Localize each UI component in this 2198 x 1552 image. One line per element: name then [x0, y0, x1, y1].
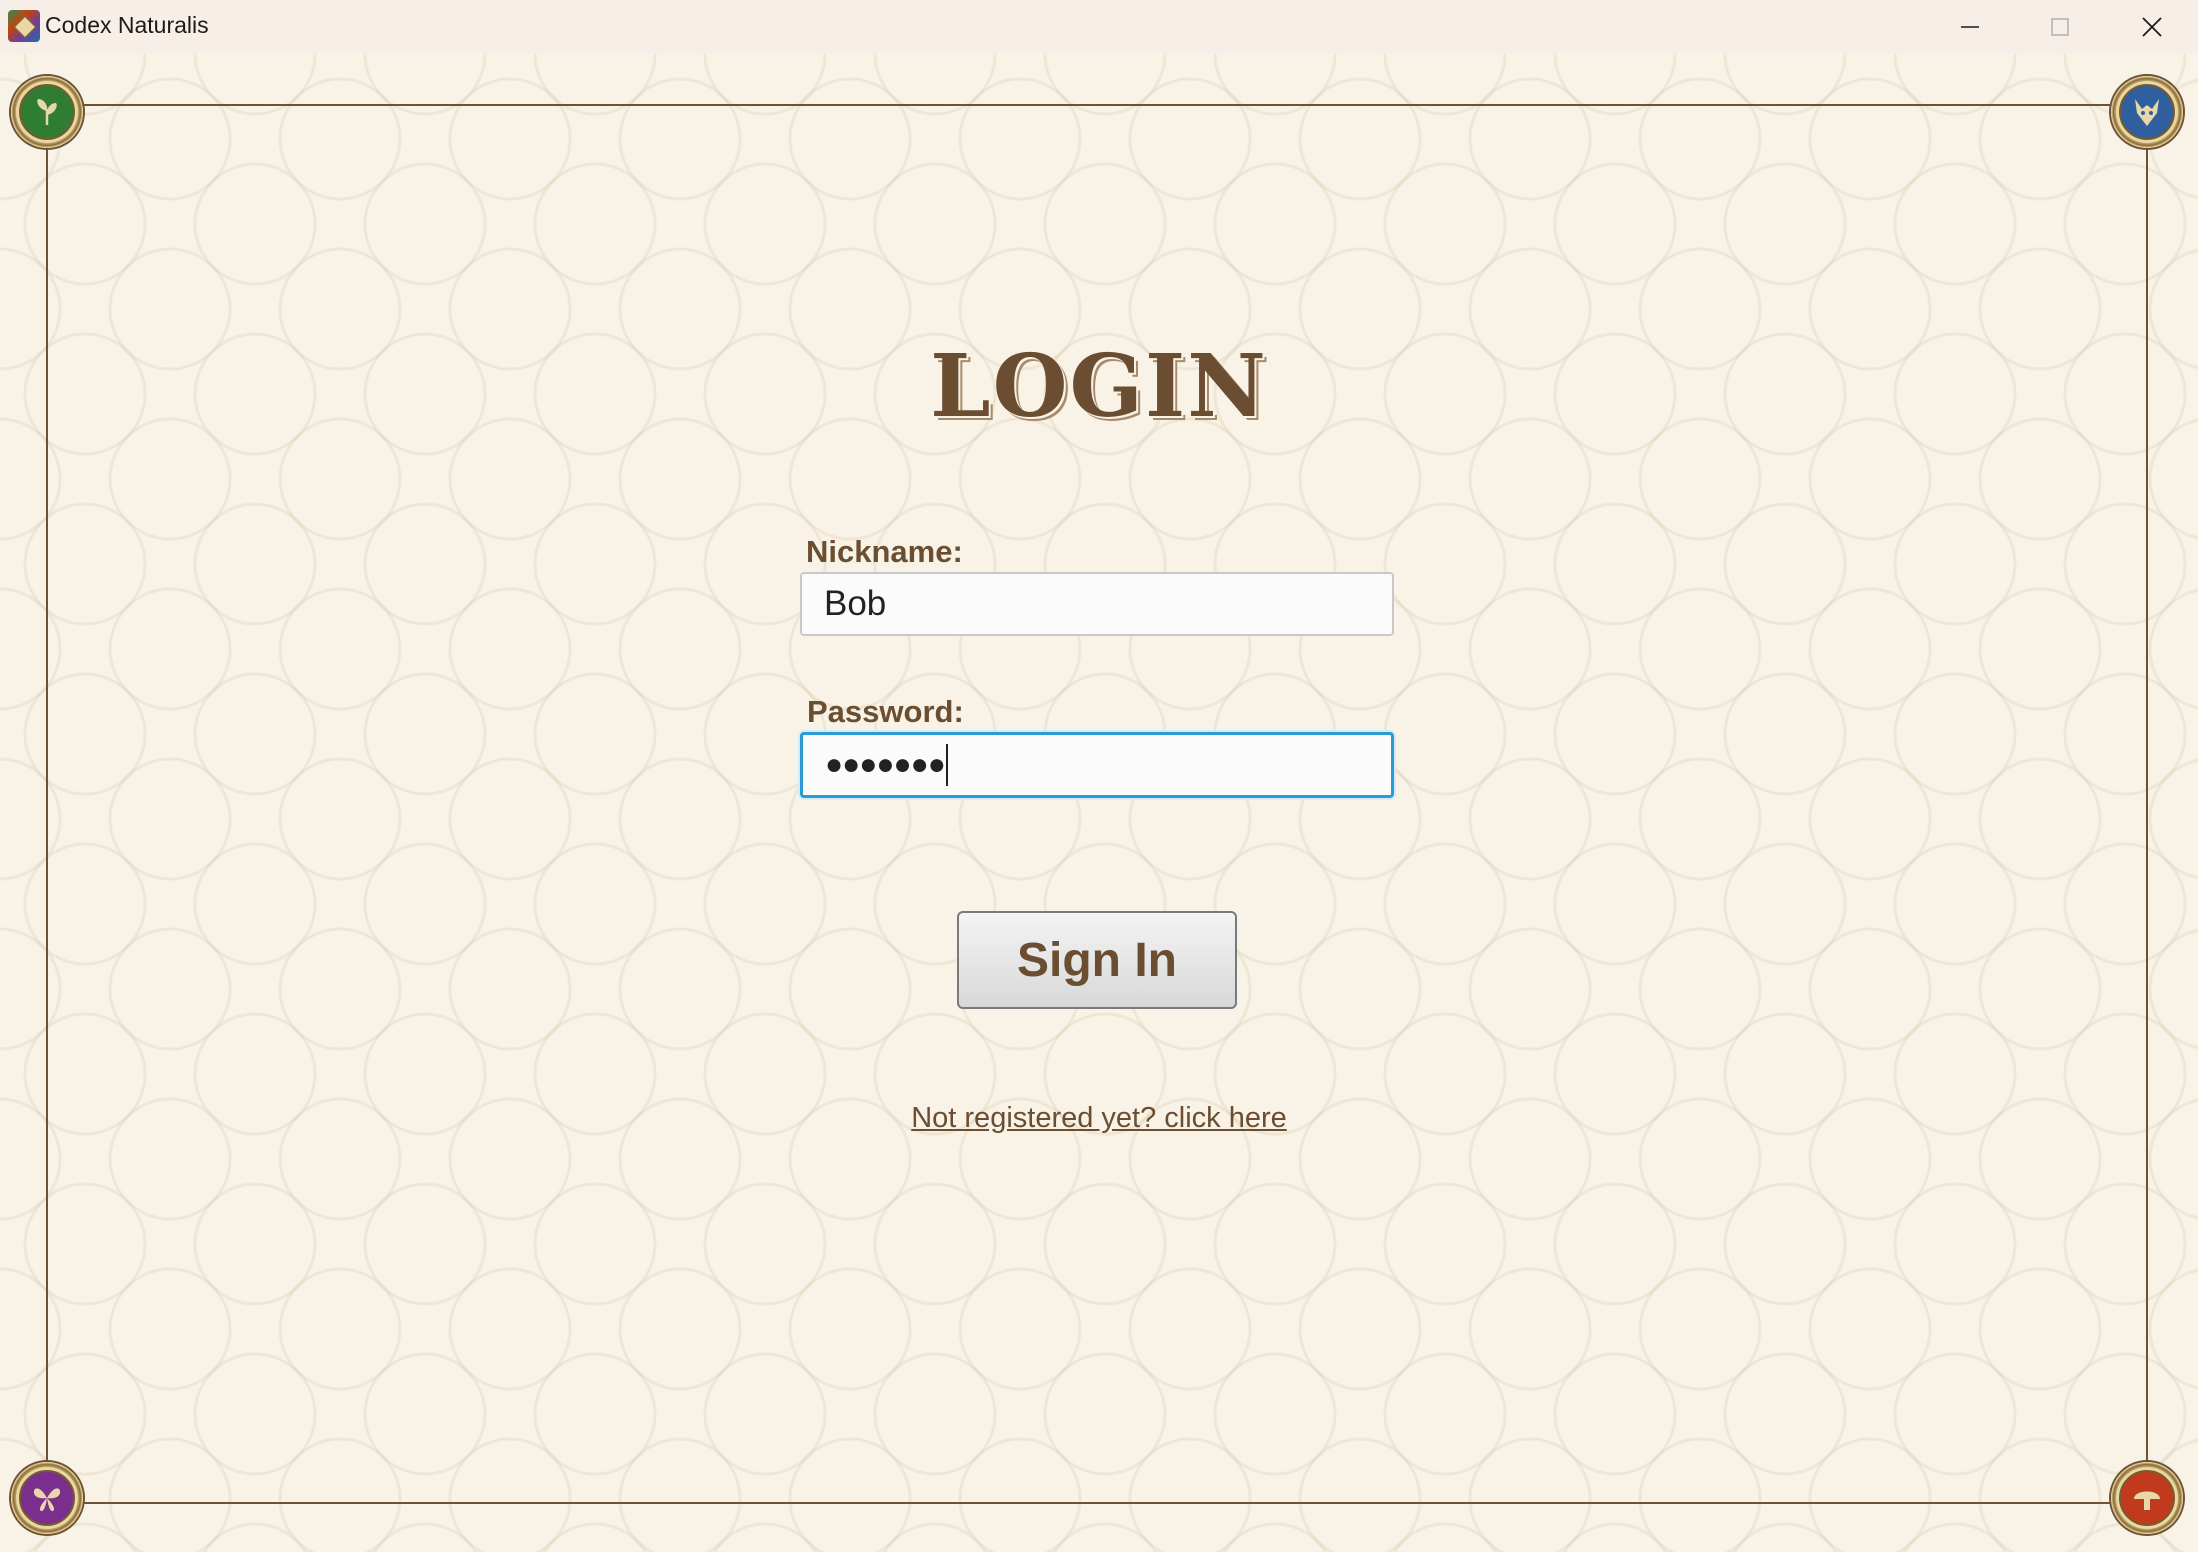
password-value: ●●●●●●● — [825, 748, 946, 781]
insect-kingdom-icon — [11, 1462, 83, 1534]
maximize-icon — [2051, 18, 2069, 36]
plant-kingdom-icon — [11, 76, 83, 148]
fungi-kingdom-icon — [2111, 1462, 2183, 1534]
login-title: LOGIN — [930, 336, 1268, 437]
password-label: Password: — [807, 694, 964, 729]
minimize-icon — [1961, 26, 1979, 28]
title-bar: Codex Naturalis — [0, 0, 2198, 54]
text-caret — [945, 744, 948, 786]
nickname-input[interactable]: Bob — [800, 572, 1394, 636]
minimize-button[interactable] — [1924, 0, 2016, 54]
register-link[interactable]: Not registered yet? click here — [0, 1102, 2198, 1135]
animal-kingdom-icon — [2111, 76, 2183, 148]
password-input[interactable]: ●●●●●●● — [800, 732, 1394, 798]
close-icon — [2142, 17, 2162, 37]
nickname-value: Bob — [824, 584, 887, 623]
decorative-frame — [46, 104, 2148, 1504]
nickname-label: Nickname: — [806, 534, 963, 569]
maximize-button[interactable] — [2014, 0, 2106, 54]
sign-in-button[interactable]: Sign In — [957, 911, 1237, 1009]
app-icon — [8, 10, 40, 42]
window-title: Codex Naturalis — [45, 12, 209, 38]
close-button[interactable] — [2106, 0, 2198, 54]
